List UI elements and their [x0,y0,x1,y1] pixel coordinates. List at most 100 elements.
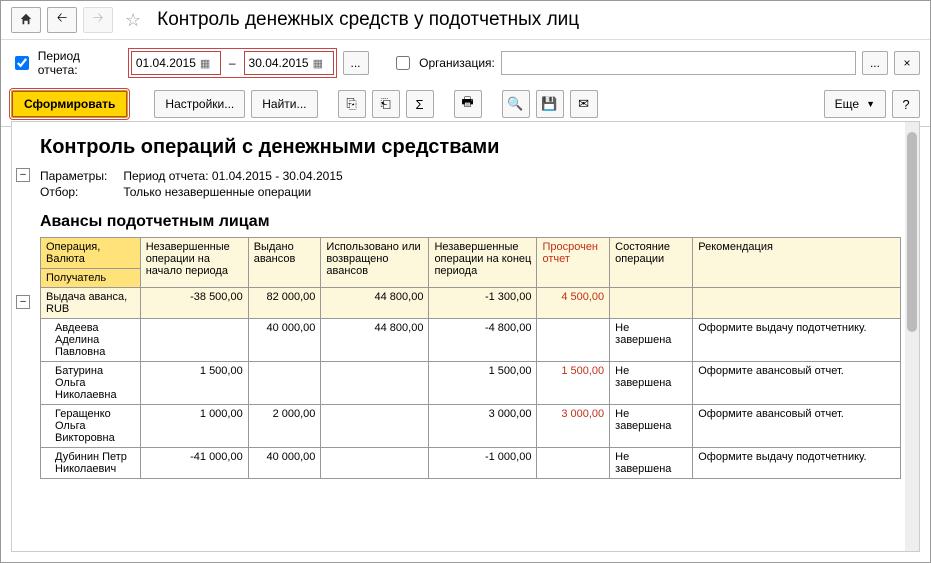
th-recipient: Получатель [41,269,141,288]
mail-icon: ✉ [578,96,589,112]
cell-issued: 82 000,00 [248,288,321,319]
help-label: ? [902,97,909,112]
cell-overdue: 4 500,00 [537,288,610,319]
cell-issued: 40 000,00 [248,448,321,479]
sum-button[interactable]: Σ [406,90,434,118]
cell-issued: 2 000,00 [248,405,321,448]
calendar-icon[interactable]: ▦ [313,57,323,70]
home-icon [19,12,33,29]
cell-used: 44 800,00 [321,319,429,362]
period-picker-button[interactable]: ... [343,51,369,75]
help-button[interactable]: ? [892,90,920,118]
org-checkbox[interactable] [396,56,410,70]
th-issued: Выдано авансов [248,238,321,288]
table-row: Дубинин Петр Николаевич -41 000,00 40 00… [41,448,901,479]
th-reco: Рекомендация [693,238,901,288]
cell-open-start: 1 000,00 [140,405,248,448]
titlebar: 🡠 🡢 ☆ Контроль денежных средств у подотч… [1,1,930,40]
report-params-row: Параметры: Период отчета: 01.04.2015 - 3… [40,169,901,183]
cell-overdue: 3 000,00 [537,405,610,448]
email-button[interactable]: ✉ [570,90,598,118]
table-row: Геращенко Ольга Викторовна 1 000,00 2 00… [41,405,901,448]
find-label: Найти... [262,97,306,111]
cell-state [610,288,693,319]
date-dash: – [229,56,236,70]
cell-overdue [537,448,610,479]
home-button[interactable] [11,7,41,33]
print-button[interactable]: 🖶 [454,90,482,118]
th-operation: Операция, Валюта [41,238,141,269]
settings-button[interactable]: Настройки... [154,90,245,118]
collapse-icon: ⎗ [380,96,390,112]
th-overdue: Просрочен отчет [537,238,610,288]
period-label: Период отчета: [38,49,122,77]
th-state: Состояние операции [610,238,693,288]
page-title: Контроль денежных средств у подотчетных … [157,9,579,31]
cell-name: Батурина Ольга Николаевна [41,362,141,405]
table-row: Авдеева Аделина Павловна 40 000,00 44 80… [41,319,901,362]
cell-name: Авдеева Аделина Павловна [41,319,141,362]
period-fields-group: 01.04.2015 ▦ – 30.04.2015 ▦ [128,48,337,78]
expand-icon: ⎘ [346,96,356,112]
main-window: 🡠 🡢 ☆ Контроль денежных средств у подотч… [0,0,931,563]
more-label: Еще [835,97,859,111]
cell-used [321,362,429,405]
cell-issued: 40 000,00 [248,319,321,362]
report-area: – Контроль операций с денежными средства… [11,121,920,552]
more-button[interactable]: Еще ▼ [824,90,886,118]
org-input[interactable] [501,51,856,75]
cell-open-start: 1 500,00 [140,362,248,405]
cell-used: 44 800,00 [321,288,429,319]
filter-value: Только незавершенные операции [123,185,311,199]
report-table: Операция, Валюта Незавершенные операции … [40,237,901,479]
date-from-input[interactable]: 01.04.2015 ▦ [131,51,221,75]
arrow-left-icon: 🡠 [57,9,68,31]
report-title: Контроль операций с денежными средствами [40,136,901,159]
cell-open-end: -1 000,00 [429,448,537,479]
report-body: – Контроль операций с денежными средства… [12,122,919,489]
dots-label: ... [351,56,361,70]
collapse-button[interactable]: ⎗ [372,90,400,118]
cell-open-end: -1 300,00 [429,288,537,319]
collapse-toggle-row[interactable]: – [16,295,30,309]
dots-label: ... [870,56,880,70]
floppy-icon: 💾 [541,96,557,112]
save-button[interactable]: 💾 [536,90,564,118]
date-to-input[interactable]: 30.04.2015 ▦ [244,51,334,75]
cell-open-end: -4 800,00 [429,319,537,362]
params-row: Период отчета: 01.04.2015 ▦ – 30.04.2015… [1,40,930,86]
collapse-toggle[interactable]: – [16,168,30,182]
date-from-value: 01.04.2015 [136,56,196,70]
cell-name: Дубинин Петр Николаевич [41,448,141,479]
period-checkbox[interactable] [15,56,29,70]
cell-open-end: 3 000,00 [429,405,537,448]
param-value: Период отчета: 01.04.2015 - 30.04.2015 [123,169,342,183]
org-clear-button[interactable]: × [894,51,920,75]
cell-open-start: -38 500,00 [140,288,248,319]
cell-open-start: -41 000,00 [140,448,248,479]
cell-reco: Оформите авансовый отчет. [693,405,901,448]
back-button[interactable]: 🡠 [47,7,77,33]
th-used: Использовано или возвращено авансов [321,238,429,288]
th-open-end: Незавершенные операции на конец периода [429,238,537,288]
expand-button[interactable]: ⎘ [338,90,366,118]
arrow-right-icon: 🡢 [93,9,104,31]
favorite-star-icon[interactable]: ☆ [125,10,141,31]
cell-issued [248,362,321,405]
cell-open-end: 1 500,00 [429,362,537,405]
org-label: Организация: [419,56,495,70]
preview-button[interactable]: 🔍 [502,90,530,118]
generate-button[interactable]: Сформировать [11,90,128,118]
cell-reco: Оформите выдачу подотчетнику. [693,319,901,362]
chevron-down-icon: ▼ [866,99,875,109]
calendar-icon[interactable]: ▦ [200,57,210,70]
settings-label: Настройки... [165,97,234,111]
org-picker-button[interactable]: ... [862,51,888,75]
close-icon: × [903,56,910,70]
find-button[interactable]: Найти... [251,90,317,118]
forward-button[interactable]: 🡢 [83,7,113,33]
preview-icon: 🔍 [507,96,523,112]
table-row: Батурина Ольга Николаевна 1 500,00 1 500… [41,362,901,405]
cell-reco: Оформите авансовый отчет. [693,362,901,405]
report-filter-row: Отбор: Только незавершенные операции [40,185,901,199]
